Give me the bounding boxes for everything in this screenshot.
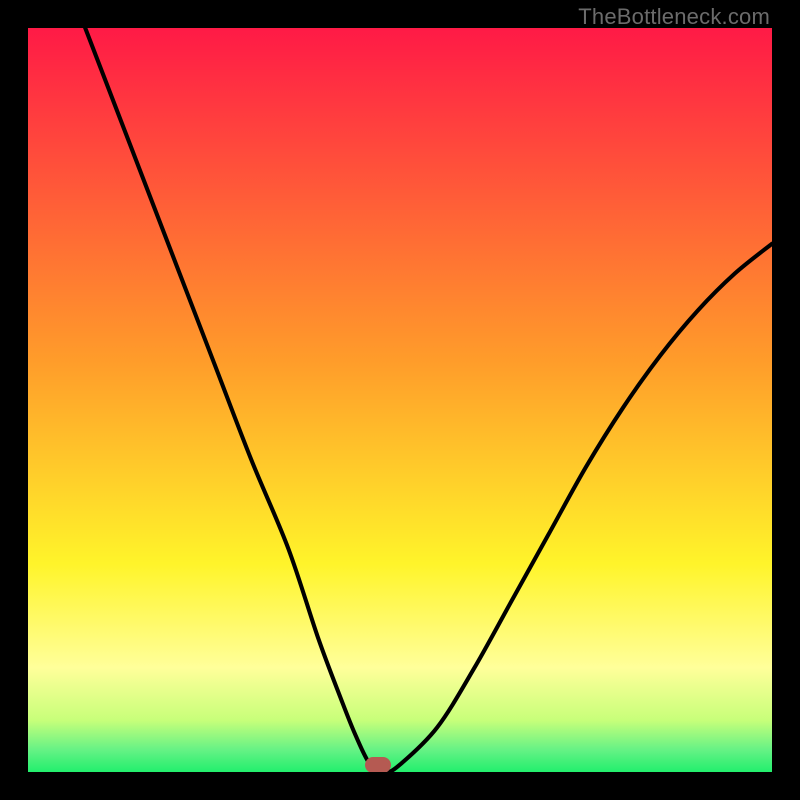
outer-black-frame: TheBottleneck.com [0, 0, 800, 800]
chart-plot-area [28, 28, 772, 772]
watermark-text: TheBottleneck.com [578, 4, 770, 30]
optimal-point-marker [365, 757, 391, 772]
bottleneck-curve [28, 28, 772, 772]
